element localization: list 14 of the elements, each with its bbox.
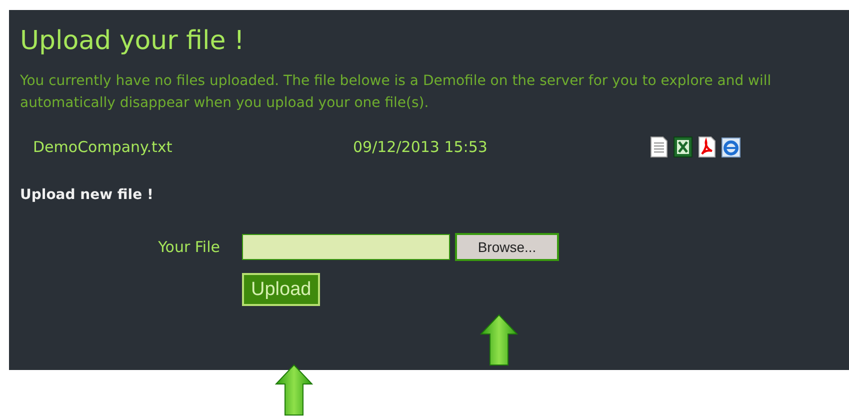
- file-date: 09/12/2013 15:53: [353, 138, 488, 156]
- browse-button[interactable]: Browse...: [455, 233, 559, 261]
- page-title: Upload your file !: [20, 25, 246, 58]
- intro-text: You currently have no files uploaded. The file belowe is a Demofile on the server for you to explore and will automatically disappear when you upload your one file(s).: [20, 72, 772, 113]
- pdf-icon[interactable]: [697, 136, 717, 158]
- spreadsheet-icon[interactable]: [673, 136, 693, 158]
- text-document-icon[interactable]: [649, 136, 669, 158]
- file-input[interactable]: [242, 234, 450, 260]
- up-arrow-icon: [275, 364, 313, 416]
- file-name[interactable]: DemoCompany.txt: [33, 138, 353, 156]
- browser-icon[interactable]: [721, 136, 741, 158]
- section-heading: Upload new file !: [20, 187, 154, 203]
- field-label: Your File: [157, 238, 221, 256]
- up-arrow-icon: [480, 314, 518, 366]
